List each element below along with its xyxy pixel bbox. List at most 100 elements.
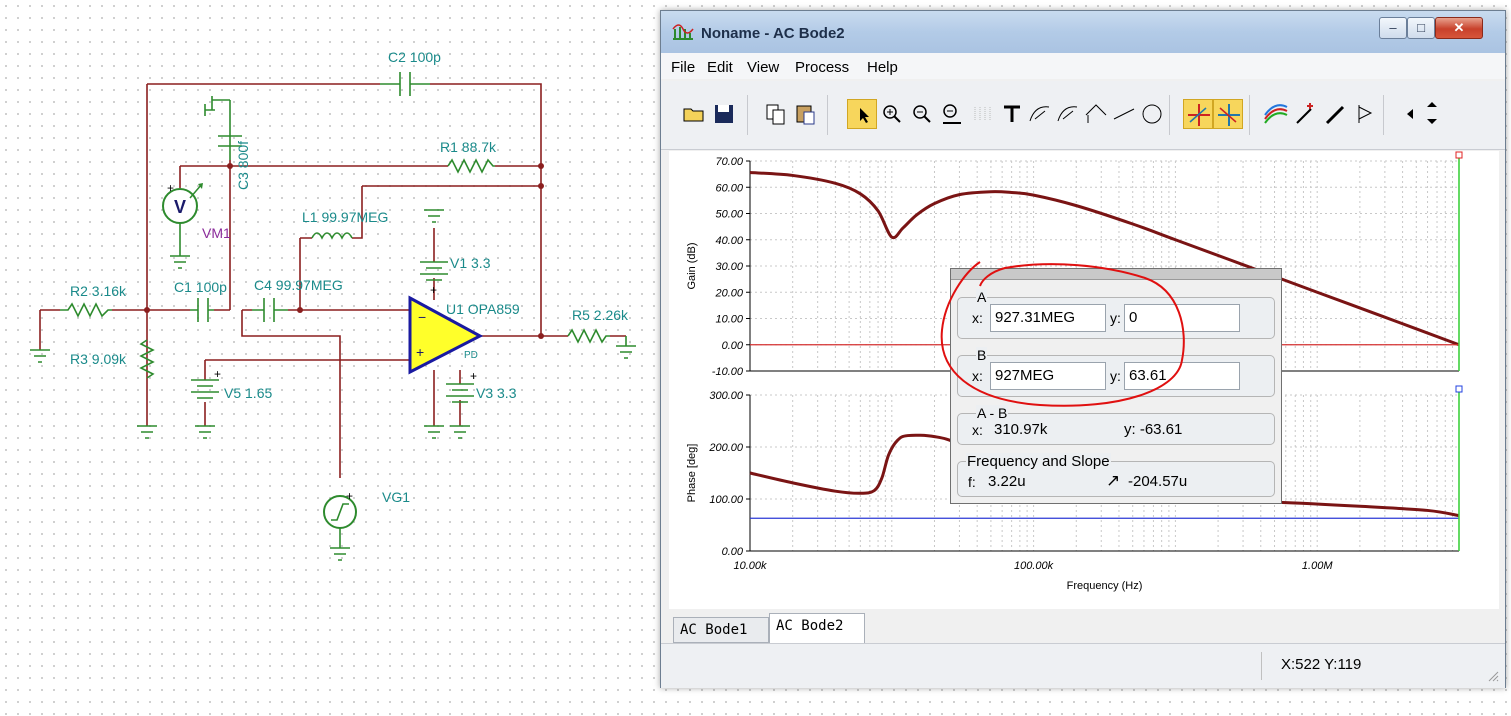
scroll-right-icon[interactable] [1421,99,1439,129]
ab-y-value: y: -63.61 [1124,421,1183,438]
gain-ytick-label: 40.00 [715,235,743,247]
label-v3: V3 3.3 [476,385,517,401]
label-c2: C2 100p [388,49,441,65]
group-frequency-slope: Frequency and Slope f: 3.22u ↗ -204.57u [957,453,1275,497]
phase-xtick-label: 100.00k [1014,560,1054,572]
phase-ytick-label: 100.00 [709,494,744,506]
toolbar-separator [827,95,834,135]
signal-generator-vg1[interactable] [323,495,357,548]
close-button[interactable]: ✕ [1435,17,1483,39]
copy-icon[interactable] [761,99,791,129]
tab-ac-bode1[interactable]: AC Bode1 [673,617,769,643]
gain-ytick-label: 0.00 [722,340,744,352]
toolbar-separator [1383,95,1390,135]
pointer-icon[interactable] [847,99,877,129]
slope-arrow-icon: ↗ [1106,471,1121,490]
grid-icon[interactable] [967,99,997,129]
label-l1: L1 99.97MEG [302,209,388,225]
gain-ytick-label: 30.00 [715,261,743,273]
label-v5: V5 1.65 [224,385,272,401]
capacitor-c4[interactable] [252,298,288,322]
app-icon [672,24,694,40]
phase-ytick-label: 300.00 [709,390,744,402]
f-value: 3.22u [988,473,1026,490]
label-c1: C1 100p [174,279,227,295]
voltmeter-letter: V [174,197,186,217]
capacitor-c2[interactable] [380,72,430,96]
resistor-r2[interactable] [60,302,112,318]
label-v1: V1 3.3 [450,255,491,271]
zoom-in-icon[interactable] [877,99,907,129]
flag-icon[interactable] [1351,99,1381,129]
cursor-tool-a-icon[interactable] [1025,99,1055,129]
slope-icon[interactable] [1081,99,1111,129]
toolbar-separator [747,95,754,135]
toolbar [661,81,1505,150]
red-annotation-circle [940,261,1185,407]
resistor-r1[interactable] [447,158,495,174]
menu-help[interactable]: Help [867,59,898,76]
label-r2: R2 3.16k [70,283,127,299]
v5-plus: + [214,367,221,381]
group-fs-title: Frequency and Slope [966,453,1111,470]
phase-xlabel: Frequency (Hz) [1067,580,1143,592]
label-vm1: VM1 [202,225,231,241]
label-r1: R1 88.7k [440,139,497,155]
circle-icon[interactable] [1137,99,1167,129]
resize-grip-icon[interactable] [1487,670,1499,682]
gain-ylabel: Gain (dB) [686,242,698,289]
inductor-l1[interactable] [311,232,353,240]
battery-v1[interactable] [420,261,448,281]
slope-value: -204.57u [1128,473,1188,490]
vg1-plus: + [346,489,353,503]
marker-icon[interactable] [1321,99,1351,129]
zoom-100-icon[interactable] [937,99,967,129]
cursor-tool-b-icon[interactable] [1053,99,1083,129]
open-folder-icon[interactable] [679,99,709,129]
line-icon[interactable] [1109,99,1139,129]
cursor-a-icon[interactable] [1183,99,1213,129]
vm-plus: + [167,181,174,195]
status-coordinates: X:522 Y:119 [1281,656,1362,673]
label-u1: U1 OPA859 [446,301,520,317]
gain-ytick-label: 20.00 [714,287,743,299]
curves-icon[interactable] [1261,99,1291,129]
phase-xtick-label: 1.00M [1302,560,1333,572]
phase-xtick-label: 10.00k [733,560,767,572]
zoom-out-icon[interactable] [907,99,937,129]
battery-v3[interactable] [446,383,474,403]
text-icon[interactable] [997,99,1027,129]
phase-cursor-handle[interactable] [1455,385,1463,393]
gain-ytick-label: -10.00 [712,366,744,378]
maximize-button[interactable]: □ [1407,17,1435,39]
scroll-left-icon[interactable] [1401,99,1419,129]
gain-ytick-label: 10.00 [715,314,743,326]
paste-icon[interactable] [791,99,821,129]
pen-icon[interactable] [1291,99,1321,129]
label-c3: C3 800f [235,141,251,190]
v3-plus: + [470,369,477,383]
status-divider [1261,652,1262,680]
label-pd: PD [464,350,478,361]
gain-cursor-handle[interactable] [1455,151,1463,159]
menu-view[interactable]: View [747,59,779,76]
label-r5: R5 2.26k [572,307,629,323]
resistor-r5[interactable] [567,328,610,344]
phase-ytick-label: 0.00 [722,546,744,558]
capacitor-c1[interactable] [190,298,214,322]
toolbar-separator [1169,95,1176,135]
window-title: Noname - AC Bode2 [701,25,845,42]
menu-edit[interactable]: Edit [707,59,733,76]
opamp-plus: + [416,344,424,360]
menu-process[interactable]: Process [795,59,849,76]
minimize-button[interactable]: – [1379,17,1407,39]
circuit-schematic[interactable]: C2 100p C3 800f R1 88.7k VM1 L1 99.97MEG… [0,0,660,716]
battery-v5[interactable] [191,379,219,399]
save-icon[interactable] [709,99,739,129]
menu-bar: File Edit View Process Help [661,53,1505,79]
cursor-b-icon[interactable] [1213,99,1243,129]
label-r3: R3 9.09k [70,351,127,367]
menu-file[interactable]: File [671,59,695,76]
tab-ac-bode2[interactable]: AC Bode2 [769,613,865,643]
title-bar[interactable]: Noname - AC Bode2 – □ ✕ [661,11,1505,53]
